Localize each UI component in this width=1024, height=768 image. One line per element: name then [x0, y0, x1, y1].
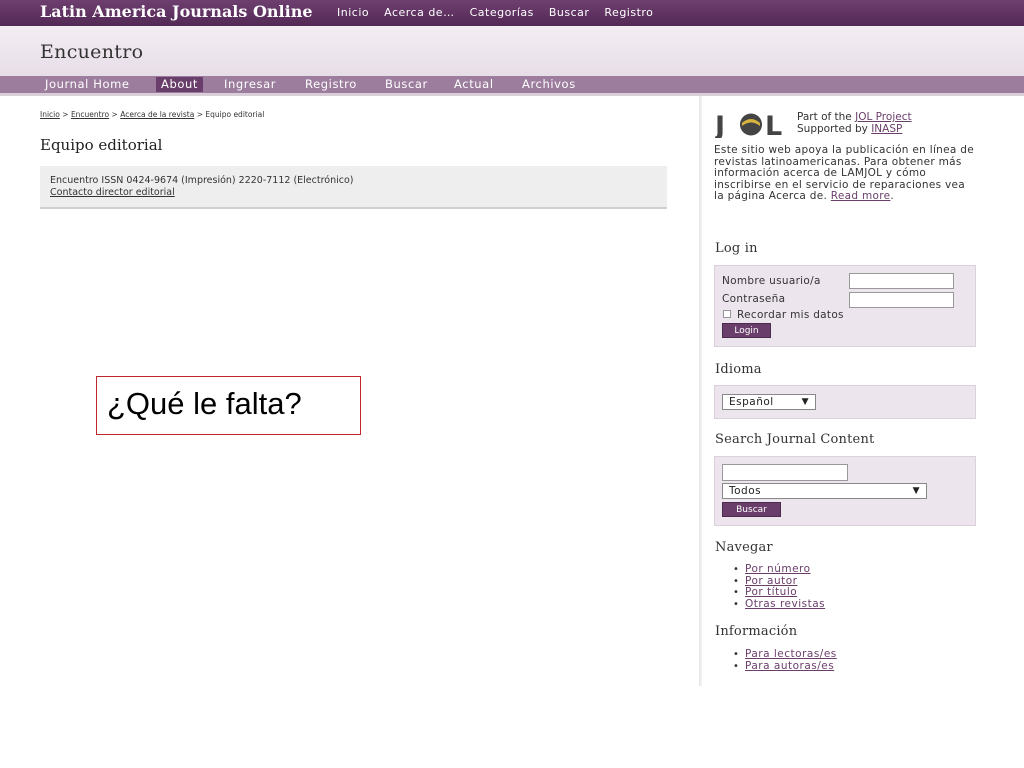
- password-label: Contraseña: [722, 293, 786, 305]
- read-more-link[interactable]: Read more: [831, 190, 891, 203]
- browse-by-author-link[interactable]: Por autor: [745, 575, 797, 587]
- inasp-link[interactable]: INASP: [871, 123, 902, 135]
- top-nav-acerca[interactable]: Acerca de…: [384, 6, 454, 19]
- breadcrumb-acerca[interactable]: Acerca de la revista: [120, 110, 194, 119]
- search-heading: Search Journal Content: [715, 432, 875, 447]
- nav-archivos[interactable]: Archivos: [522, 77, 576, 92]
- for-readers-link[interactable]: Para lectoras/es: [745, 648, 837, 660]
- site-topbar: Latin America Journals Online Inicio Ace…: [0, 0, 1024, 26]
- search-scope-select[interactable]: Todos ▼: [722, 483, 927, 499]
- breadcrumb-separator: >: [111, 110, 118, 119]
- breadcrumb-separator: >: [62, 110, 69, 119]
- issn-line: Encuentro ISSN 0424-9674 (Impresión) 222…: [50, 175, 354, 186]
- nav-buscar[interactable]: Buscar: [385, 77, 428, 92]
- browse-by-issue-link[interactable]: Por número: [745, 563, 811, 575]
- nav-ingresar[interactable]: Ingresar: [224, 77, 276, 92]
- top-nav-categorias[interactable]: Categorías: [470, 6, 534, 19]
- top-nav-inicio[interactable]: Inicio: [337, 6, 369, 19]
- username-input[interactable]: [849, 273, 954, 289]
- language-box: Español ▼: [714, 385, 976, 419]
- nav-about[interactable]: About: [156, 77, 204, 92]
- browse-heading: Navegar: [715, 540, 773, 555]
- question-callout: ¿Qué le falta?: [96, 376, 361, 435]
- language-heading: Idioma: [715, 362, 762, 377]
- jol-part-of: Part of the JOL Project Supported by INA…: [797, 111, 912, 135]
- jol-logo[interactable]: J L: [715, 110, 793, 138]
- page-title: Equipo editorial: [40, 136, 163, 154]
- journal-title: Encuentro: [40, 41, 144, 63]
- top-nav-registro[interactable]: Registro: [604, 6, 653, 19]
- language-select[interactable]: Español ▼: [722, 394, 816, 410]
- search-input[interactable]: [722, 464, 848, 481]
- breadcrumb-current: Equipo editorial: [205, 110, 265, 119]
- username-label: Nombre usuario/a: [722, 275, 821, 287]
- breadcrumb-inicio[interactable]: Inicio: [40, 110, 60, 119]
- jol-project-link[interactable]: JOL Project: [855, 111, 911, 123]
- jol-description: Este sitio web apoya la publicación en l…: [714, 144, 974, 203]
- journal-nav: Journal Home About Ingresar Registro Bus…: [0, 76, 1024, 93]
- jol-logo-j: J: [715, 111, 725, 138]
- site-top-nav: Inicio Acerca de… Categorías Buscar Regi…: [337, 6, 668, 19]
- search-scope-selected: Todos: [729, 485, 762, 497]
- breadcrumb-encuentro[interactable]: Encuentro: [71, 110, 109, 119]
- contact-editor-link[interactable]: Contacto director editorial: [50, 187, 175, 198]
- breadcrumb-separator: >: [196, 110, 203, 119]
- top-nav-buscar[interactable]: Buscar: [549, 6, 590, 19]
- site-title[interactable]: Latin America Journals Online: [40, 2, 313, 21]
- breadcrumb: Inicio > Encuentro > Acerca de la revist…: [40, 110, 264, 119]
- login-box: Nombre usuario/a Contraseña Recordar mis…: [714, 265, 976, 347]
- nav-journal-home[interactable]: Journal Home: [45, 77, 130, 92]
- password-input[interactable]: [849, 292, 954, 308]
- search-button[interactable]: Buscar: [722, 502, 781, 517]
- supported-by-text: Supported by: [797, 123, 868, 135]
- sidebar-divider: [699, 96, 702, 686]
- part-of-text: Part of the: [797, 111, 852, 123]
- information-heading: Información: [715, 624, 798, 639]
- login-heading: Log in: [715, 241, 758, 256]
- login-button[interactable]: Login: [722, 323, 771, 338]
- remember-label: Recordar mis datos: [737, 309, 844, 321]
- dropdown-arrow-icon: ▼: [801, 397, 809, 407]
- remember-checkbox[interactable]: [723, 310, 731, 318]
- nav-actual[interactable]: Actual: [454, 77, 494, 92]
- language-selected: Español: [729, 396, 774, 408]
- browse-list: Por número Por autor Por título Otras re…: [733, 563, 825, 611]
- other-journals-link[interactable]: Otras revistas: [745, 598, 825, 610]
- question-text: ¿Qué le falta?: [107, 386, 302, 421]
- editorial-info-box: Encuentro ISSN 0424-9674 (Impresión) 222…: [40, 166, 667, 209]
- for-authors-link[interactable]: Para autoras/es: [745, 660, 834, 672]
- dropdown-arrow-icon: ▼: [912, 486, 920, 496]
- jol-logo-l: L: [765, 111, 782, 138]
- information-list: Para lectoras/es Para autoras/es: [733, 648, 837, 673]
- journal-header: Encuentro: [0, 26, 1024, 76]
- search-box: Todos ▼ Buscar: [714, 456, 976, 526]
- nav-shadow: [0, 93, 1024, 96]
- browse-by-title-link[interactable]: Por título: [745, 586, 797, 599]
- list-item: Otras revistas: [733, 598, 825, 611]
- list-item: Para autoras/es: [733, 660, 837, 673]
- nav-registro[interactable]: Registro: [305, 77, 357, 92]
